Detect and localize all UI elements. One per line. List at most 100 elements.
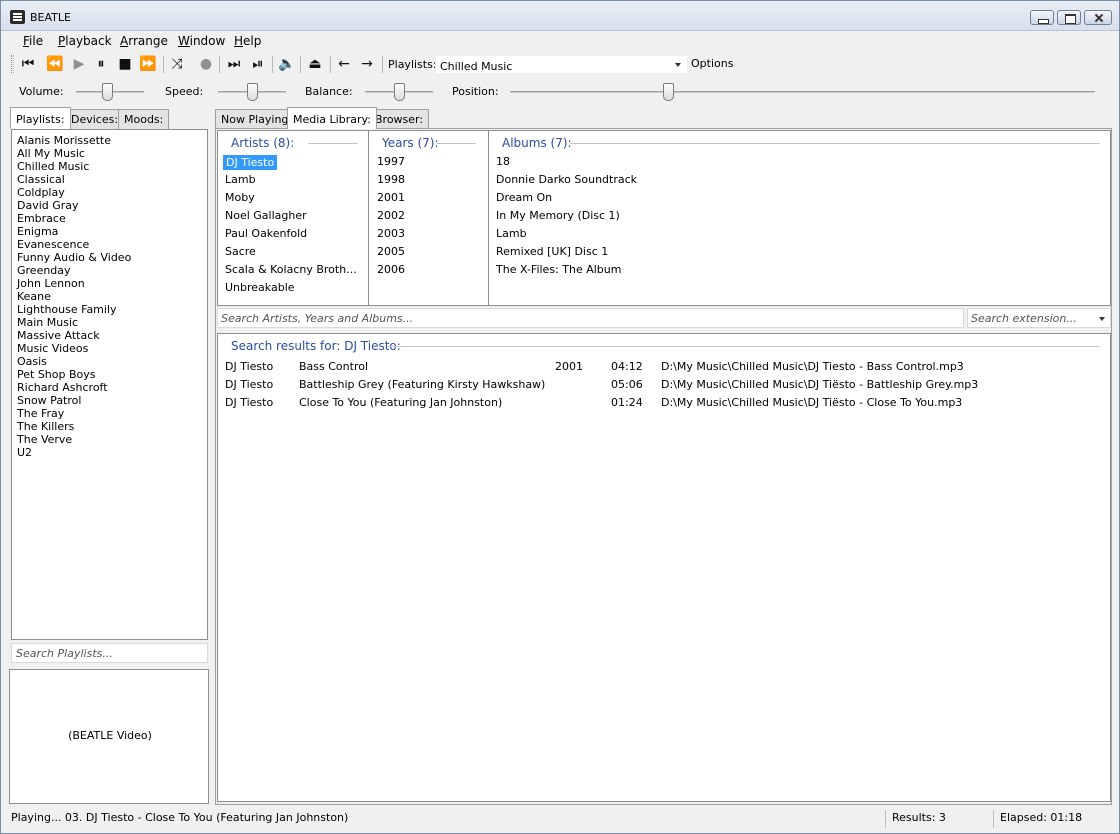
toolbar-grip[interactable]: [11, 55, 14, 73]
shuffle-icon[interactable]: ⤨: [168, 56, 186, 72]
playlist-item[interactable]: Alanis Morissette: [17, 134, 111, 147]
chevron-down-icon: [675, 63, 681, 67]
menu-file[interactable]: File: [23, 34, 43, 48]
playlist-item[interactable]: Music Videos: [17, 342, 88, 355]
album-item[interactable]: Donnie Darko Soundtrack: [496, 173, 637, 186]
artist-item[interactable]: Unbreakable: [225, 281, 295, 294]
speaker-icon[interactable]: 🔈: [278, 56, 296, 72]
speed-slider-thumb[interactable]: [247, 83, 258, 101]
menu-playback[interactable]: Playback: [58, 34, 112, 48]
playlist-item[interactable]: Pet Shop Boys: [17, 368, 96, 381]
skip-to-end-icon[interactable]: ⏯: [249, 56, 267, 72]
artist-item[interactable]: Lamb: [225, 173, 256, 186]
album-item[interactable]: Dream On: [496, 191, 552, 204]
tab-browser[interactable]: Browser:: [369, 109, 430, 129]
menu-help[interactable]: Help: [234, 34, 261, 48]
year-item[interactable]: 2003: [377, 227, 405, 240]
album-item[interactable]: In My Memory (Disc 1): [496, 209, 620, 222]
window-title: BEATLE: [30, 11, 71, 24]
tab-moods[interactable]: Moods:: [118, 109, 170, 129]
column-divider[interactable]: [368, 131, 369, 305]
playlist-item[interactable]: The Verve: [17, 433, 72, 446]
close-button[interactable]: [1084, 10, 1112, 25]
playlist-item[interactable]: David Gray: [17, 199, 79, 212]
eject-icon[interactable]: ⏏: [306, 56, 324, 72]
position-slider-thumb[interactable]: [662, 83, 674, 101]
rewind-icon[interactable]: ⏪: [46, 56, 64, 72]
app-icon: [10, 10, 25, 24]
minimize-button[interactable]: [1030, 10, 1054, 25]
search-library-input[interactable]: Search Artists, Years and Albums...: [217, 308, 964, 328]
column-divider[interactable]: [488, 131, 489, 305]
options-button[interactable]: Options: [691, 57, 733, 70]
playlist-item[interactable]: Evanescence: [17, 238, 89, 251]
play-icon[interactable]: ▶: [70, 56, 88, 72]
year-item[interactable]: 1997: [377, 155, 405, 168]
playlist-item[interactable]: Lighthouse Family: [17, 303, 117, 316]
status-separator: [885, 810, 886, 828]
playlist-select[interactable]: Chilled Music: [435, 55, 688, 74]
playlist-item[interactable]: The Killers: [17, 420, 74, 433]
tab-now-playing[interactable]: Now Playing:: [215, 109, 299, 129]
artists-header: Artists (8):: [231, 136, 295, 150]
forward-arrow-icon[interactable]: →: [358, 56, 376, 72]
pause-icon[interactable]: ⏸: [92, 56, 110, 72]
tab-devices[interactable]: Devices:: [65, 109, 125, 129]
playlist-item[interactable]: The Fray: [17, 407, 64, 420]
year-item[interactable]: 2001: [377, 191, 405, 204]
year-item[interactable]: 2002: [377, 209, 405, 222]
position-slider-track[interactable]: [510, 91, 1095, 93]
playlist-item[interactable]: Richard Ashcroft: [17, 381, 108, 394]
playlist-list[interactable]: Alanis Morissette All My Music Chilled Mus…: [11, 129, 208, 640]
menu-arrange[interactable]: Arrange: [120, 34, 168, 48]
playlist-item[interactable]: Embrace: [17, 212, 66, 225]
album-item[interactable]: Lamb: [496, 227, 527, 240]
playlist-item[interactable]: Funny Audio & Video: [17, 251, 131, 264]
skip-to-start-icon[interactable]: ⏮: [19, 56, 37, 72]
balance-slider-thumb[interactable]: [394, 83, 405, 101]
artist-item[interactable]: Sacre: [225, 245, 256, 258]
record-icon[interactable]: ●: [197, 56, 215, 72]
next-frame-icon[interactable]: ⏭: [225, 56, 243, 72]
fast-forward-icon[interactable]: ⏩: [139, 56, 157, 72]
playlist-item[interactable]: Coldplay: [17, 186, 65, 199]
title-bar[interactable]: BEATLE: [1, 1, 1119, 31]
playlist-item[interactable]: Main Music: [17, 316, 78, 329]
playlist-item[interactable]: John Lennon: [17, 277, 85, 290]
playlist-item[interactable]: Snow Patrol: [17, 394, 81, 407]
volume-slider-thumb[interactable]: [101, 83, 113, 101]
back-arrow-icon[interactable]: ←: [335, 56, 353, 72]
playlist-item[interactable]: Oasis: [17, 355, 47, 368]
artist-item[interactable]: Paul Oakenfold: [225, 227, 307, 240]
album-item[interactable]: 18: [496, 155, 510, 168]
playlist-item[interactable]: Classical: [17, 173, 65, 186]
header-rule: [308, 143, 358, 144]
tab-playlists[interactable]: Playlists:: [10, 107, 71, 129]
year-item[interactable]: 2006: [377, 263, 405, 276]
playlist-item[interactable]: Enigma: [17, 225, 58, 238]
menu-window[interactable]: Window: [178, 34, 225, 48]
tab-media-library[interactable]: Media Library:: [287, 107, 377, 129]
year-item[interactable]: 2005: [377, 245, 405, 258]
app-window: BEATLE File Playback Arrange Window Help…: [0, 0, 1120, 834]
album-item[interactable]: The X-Files: The Album: [496, 263, 621, 276]
stop-icon[interactable]: ■: [116, 56, 134, 72]
playlist-item[interactable]: U2: [17, 446, 32, 459]
playlist-item[interactable]: Chilled Music: [17, 160, 89, 173]
artist-item[interactable]: Scala & Kolacny Broth...: [225, 263, 357, 276]
artist-item[interactable]: Noel Gallagher: [225, 209, 307, 222]
search-extension-select[interactable]: Search extension...: [967, 308, 1111, 328]
maximize-button[interactable]: [1057, 10, 1081, 25]
search-extension-placeholder: Search extension...: [971, 312, 1077, 325]
artist-item[interactable]: Moby: [225, 191, 255, 204]
position-label: Position:: [452, 85, 499, 98]
search-playlists-input[interactable]: Search Playlists...: [11, 643, 208, 663]
playlist-item[interactable]: All My Music: [17, 147, 85, 160]
album-item[interactable]: Remixed [UK] Disc 1: [496, 245, 608, 258]
playlist-item[interactable]: Massive Attack: [17, 329, 100, 342]
artist-item[interactable]: DJ Tiesto: [223, 155, 278, 170]
year-item[interactable]: 1998: [377, 173, 405, 186]
playlist-item[interactable]: Greenday: [17, 264, 71, 277]
playlist-item[interactable]: Keane: [17, 290, 51, 303]
status-bar: Playing... 03. DJ Tiesto - Close To You …: [1, 807, 1119, 833]
